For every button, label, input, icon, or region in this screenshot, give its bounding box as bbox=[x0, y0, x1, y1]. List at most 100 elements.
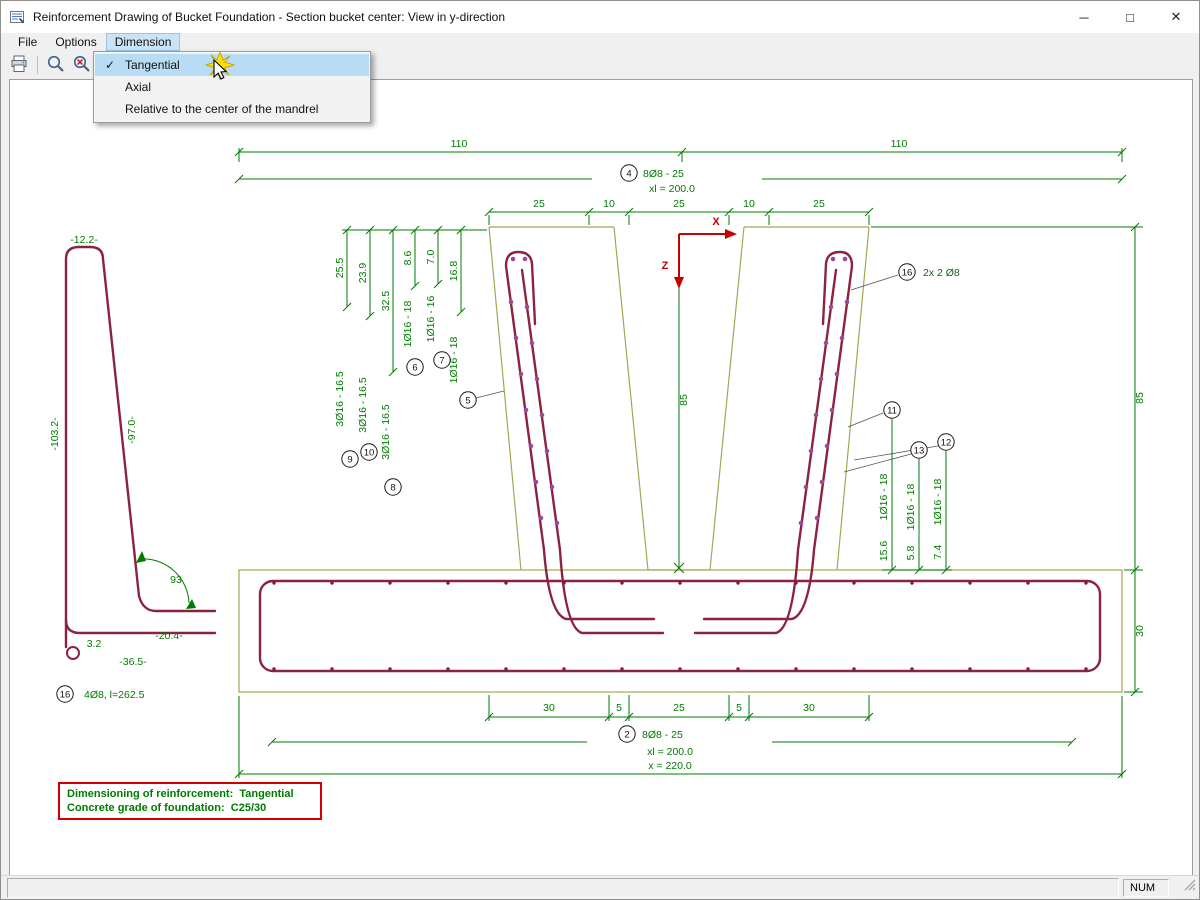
toolbar-separator bbox=[37, 56, 38, 74]
menu-item-relative-mandrel[interactable]: Relative to the center of the mandrel bbox=[95, 98, 369, 120]
print-icon bbox=[9, 54, 29, 74]
bar-label: 2x 2 Ø8 bbox=[923, 267, 960, 279]
wall-elevation-view: -12.2- -103.2- -97.0- 93 3.2 -20.4- -36.… bbox=[49, 234, 215, 702]
menu-file[interactable]: File bbox=[9, 33, 46, 51]
coordinate-axes: X Z bbox=[662, 216, 737, 289]
app-window: Reinforcement Drawing of Bucket Foundati… bbox=[0, 0, 1200, 900]
statusbar-num-indicator: NUM bbox=[1123, 879, 1169, 897]
dimension-ticks bbox=[235, 148, 1139, 778]
bar-label: 1Ø16 - 16 bbox=[425, 295, 437, 342]
zoom-cancel-icon bbox=[72, 54, 92, 74]
bar-mark-12: 12 bbox=[938, 434, 954, 450]
bar-mark-6: 6 bbox=[407, 359, 423, 375]
menu-item-tangential[interactable]: ✓ Tangential bbox=[95, 54, 369, 76]
app-icon bbox=[9, 9, 25, 25]
menu-item-label: Axial bbox=[119, 80, 151, 94]
window-controls: ─ □ ✕ bbox=[1061, 1, 1199, 33]
dim-label: 16.8 bbox=[448, 261, 460, 282]
bar-mark-16: 16 bbox=[57, 686, 73, 702]
dim-label: 30 bbox=[803, 702, 815, 714]
resize-grip[interactable] bbox=[1183, 878, 1197, 897]
maximize-button[interactable]: □ bbox=[1107, 1, 1153, 33]
slab-bar-dots bbox=[274, 583, 1086, 669]
x-axis-arrow bbox=[725, 229, 737, 239]
bar-mark-8: 8 bbox=[385, 479, 401, 495]
bar-sublabel: xl = 200.0 bbox=[649, 183, 695, 195]
menu-item-axial[interactable]: Axial bbox=[95, 76, 369, 98]
dim-label: 85 bbox=[1134, 392, 1146, 404]
dim-label: 30 bbox=[543, 702, 555, 714]
bar-mark-2: 2 bbox=[619, 726, 635, 742]
dim-label: 5.8 bbox=[905, 546, 917, 561]
svg-text:6: 6 bbox=[412, 363, 417, 374]
drawing-area: -12.2- -103.2- -97.0- 93 3.2 -20.4- -36.… bbox=[9, 79, 1193, 877]
bar-label: 1Ø16 - 18 bbox=[402, 300, 414, 347]
dim-label: 25 bbox=[673, 702, 685, 714]
bar-label: 4Ø8, l=262.5 bbox=[84, 689, 145, 701]
minimize-button[interactable]: ─ bbox=[1061, 1, 1107, 33]
statusbar: NUM bbox=[1, 875, 1199, 899]
titlebar: Reinforcement Drawing of Bucket Foundati… bbox=[1, 1, 1199, 33]
check-icon: ✓ bbox=[101, 58, 119, 72]
dim-label: 110 bbox=[451, 138, 468, 150]
menu-options[interactable]: Options bbox=[46, 33, 105, 51]
svg-text:13: 13 bbox=[914, 446, 925, 457]
dim-label: 25 bbox=[673, 198, 685, 210]
zoom-cancel-button[interactable] bbox=[70, 53, 94, 77]
z-axis-arrow bbox=[674, 277, 684, 289]
dim-label: 7.4 bbox=[932, 545, 944, 560]
bar-mark-10: 10 bbox=[361, 444, 377, 460]
dimension-menu: ✓ Tangential Axial Relative to the cente… bbox=[93, 51, 371, 123]
left-wall-bar-inner bbox=[522, 270, 663, 633]
dim-label: 10 bbox=[603, 198, 615, 210]
bar-label: 3Ø16 - 16.5 bbox=[334, 371, 346, 427]
dim-label: 23.9 bbox=[357, 263, 369, 284]
dim-label: 5 bbox=[736, 702, 742, 714]
close-button[interactable]: ✕ bbox=[1153, 1, 1199, 33]
dim-label: 110 bbox=[891, 138, 908, 150]
bar-label: 3Ø16 - 16.5 bbox=[380, 404, 392, 460]
dim-label: 8.6 bbox=[402, 251, 414, 266]
reinforcement-drawing: -12.2- -103.2- -97.0- 93 3.2 -20.4- -36.… bbox=[10, 80, 1192, 876]
svg-text:4: 4 bbox=[626, 169, 631, 180]
dim-label: 25.5 bbox=[334, 258, 346, 279]
bar-mark-9: 9 bbox=[342, 451, 358, 467]
zoom-button[interactable] bbox=[44, 53, 68, 77]
dim-label: 3.2 bbox=[87, 638, 102, 650]
bar-label: 8Ø8 - 25 bbox=[643, 168, 684, 180]
menu-dimension[interactable]: Dimension bbox=[106, 33, 181, 51]
zoom-icon bbox=[46, 54, 66, 74]
bar-mark-4: 4 bbox=[621, 165, 637, 181]
svg-text:2: 2 bbox=[624, 730, 629, 741]
bar-mark-16-section: 16 bbox=[899, 264, 915, 280]
bar-label: 1Ø16 - 18 bbox=[932, 478, 944, 525]
dim-label: -103.2- bbox=[49, 417, 61, 451]
x-axis-label: X bbox=[712, 216, 720, 228]
svg-text:10: 10 bbox=[364, 448, 375, 459]
dim-label: 25 bbox=[533, 198, 545, 210]
dim-label: -97.0- bbox=[126, 416, 138, 444]
svg-text:5: 5 bbox=[465, 396, 470, 407]
slab-rebar-loop bbox=[260, 581, 1100, 671]
svg-text:9: 9 bbox=[347, 455, 352, 466]
dim-label: 10 bbox=[743, 198, 755, 210]
dim-label: x = 220.0 bbox=[648, 760, 692, 772]
print-button[interactable] bbox=[7, 53, 31, 77]
reinforcement-bars bbox=[260, 252, 1100, 671]
dim-label: -20.4- bbox=[155, 630, 183, 642]
svg-text:8: 8 bbox=[390, 483, 395, 494]
right-wall-bar-inner bbox=[695, 270, 836, 633]
dim-label: 30 bbox=[1134, 625, 1146, 637]
bar-mark-7: 7 bbox=[434, 352, 450, 368]
dim-label: 32.5 bbox=[380, 291, 392, 312]
bar-label: 8Ø8 - 25 bbox=[642, 729, 683, 741]
menu-item-label: Tangential bbox=[119, 58, 180, 72]
menu-item-label: Relative to the center of the mandrel bbox=[119, 102, 318, 116]
svg-text:11: 11 bbox=[887, 406, 897, 417]
note-box: Dimensioning of reinforcement: Tangentia… bbox=[59, 783, 321, 819]
dim-label: -12.2- bbox=[70, 234, 98, 246]
window-title: Reinforcement Drawing of Bucket Foundati… bbox=[33, 10, 505, 24]
note-line-1: Dimensioning of reinforcement: Tangentia… bbox=[67, 788, 294, 800]
bar-mark-13: 13 bbox=[911, 442, 927, 458]
dim-label: 15.6 bbox=[878, 541, 890, 562]
